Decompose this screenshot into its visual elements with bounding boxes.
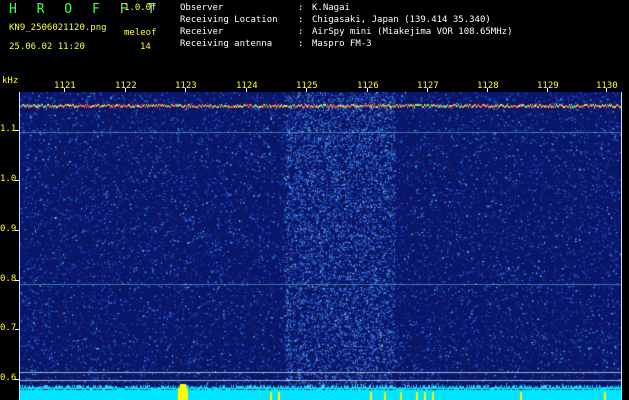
info-value: K.Nagai bbox=[312, 3, 350, 13]
spectrogram-plot bbox=[19, 92, 622, 400]
y-axis-unit: kHz bbox=[2, 76, 19, 86]
y-tick-label: 0.8 bbox=[0, 274, 17, 284]
info-value: Maspro FM-3 bbox=[312, 39, 372, 49]
info-row-antenna: Receiving antenna: Maspro FM-3 bbox=[180, 39, 372, 49]
y-tick-label: 1.1 bbox=[0, 124, 17, 134]
spectrogram-window: H R O F F T 1.0.0f KN9_2506021120.png 25… bbox=[0, 0, 629, 400]
info-colon: : bbox=[298, 39, 304, 49]
info-row-observer: Observer: K.Nagai bbox=[180, 3, 350, 13]
spectrogram-canvas bbox=[20, 92, 621, 400]
info-value: Chigasaki, Japan (139.414 35.340) bbox=[312, 15, 491, 25]
y-tick-label: 0.9 bbox=[0, 224, 17, 234]
y-tick-label: 1.0 bbox=[0, 174, 17, 184]
y-tick-label: 0.6 bbox=[0, 373, 17, 383]
version-label: 1.0.0f bbox=[124, 3, 157, 13]
info-value: AirSpy mini (Miakejima VOR 108.65MHz) bbox=[312, 27, 513, 37]
info-colon: : bbox=[298, 15, 304, 25]
timestamp-label: 25.06.02 11:20 bbox=[9, 42, 85, 52]
info-colon: : bbox=[298, 27, 304, 37]
mode-value: 14 bbox=[140, 42, 151, 52]
info-key: Observer bbox=[180, 3, 224, 13]
info-row-location: Receiving Location: Chigasaki, Japan (139… bbox=[180, 15, 491, 25]
info-row-receiver: Receiver: AirSpy mini (Miakejima VOR 108.… bbox=[180, 27, 512, 37]
info-key: Receiving antenna bbox=[180, 39, 273, 49]
y-tick-label: 0.7 bbox=[0, 323, 17, 333]
filename-label: KN9_2506021120.png bbox=[9, 23, 107, 33]
mode-label: meleof bbox=[124, 28, 157, 38]
info-key: Receiving Location bbox=[180, 15, 278, 25]
info-colon: : bbox=[298, 3, 304, 13]
info-key: Receiver bbox=[180, 27, 224, 37]
